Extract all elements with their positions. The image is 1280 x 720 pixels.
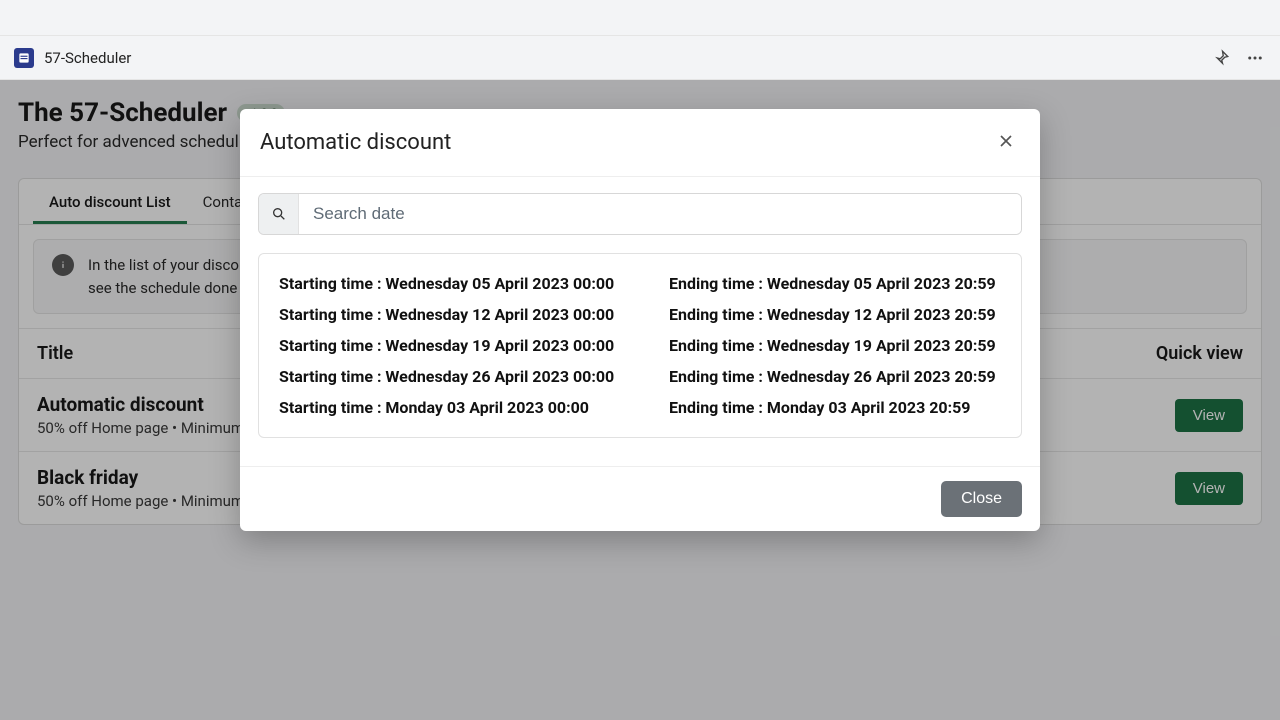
list-item: Starting time : Wednesday 12 April 2023 … — [279, 299, 1001, 330]
search-field — [258, 193, 1022, 235]
starting-time: Starting time : Monday 03 April 2023 00:… — [279, 398, 619, 417]
app-logo-icon — [14, 48, 34, 68]
starting-time: Starting time : Wednesday 26 April 2023 … — [279, 367, 619, 386]
schedule-modal: Automatic discount Starting time : Wedne… — [240, 109, 1040, 531]
more-icon[interactable] — [1244, 47, 1266, 69]
list-item: Starting time : Wednesday 05 April 2023 … — [279, 268, 1001, 299]
ending-time: Ending time : Monday 03 April 2023 20:59 — [669, 398, 970, 417]
ending-time: Ending time : Wednesday 19 April 2023 20… — [669, 336, 996, 355]
schedule-list: Starting time : Wednesday 05 April 2023 … — [258, 253, 1022, 438]
starting-time: Starting time : Wednesday 19 April 2023 … — [279, 336, 619, 355]
pin-icon[interactable] — [1210, 47, 1232, 69]
close-button[interactable]: Close — [941, 481, 1022, 517]
list-item: Starting time : Wednesday 26 April 2023 … — [279, 361, 1001, 392]
search-input[interactable] — [299, 194, 1021, 234]
ending-time: Ending time : Wednesday 26 April 2023 20… — [669, 367, 996, 386]
close-icon[interactable] — [992, 127, 1020, 158]
app-name: 57-Scheduler — [44, 49, 131, 67]
list-item: Starting time : Monday 03 April 2023 00:… — [279, 392, 1001, 423]
ending-time: Ending time : Wednesday 05 April 2023 20… — [669, 274, 996, 293]
ending-time: Ending time : Wednesday 12 April 2023 20… — [669, 305, 996, 324]
window-strip-top — [0, 0, 1280, 36]
titlebar: 57-Scheduler — [0, 36, 1280, 80]
starting-time: Starting time : Wednesday 12 April 2023 … — [279, 305, 619, 324]
modal-title: Automatic discount — [260, 130, 451, 155]
starting-time: Starting time : Wednesday 05 April 2023 … — [279, 274, 619, 293]
list-item: Starting time : Wednesday 19 April 2023 … — [279, 330, 1001, 361]
search-icon — [259, 194, 299, 234]
